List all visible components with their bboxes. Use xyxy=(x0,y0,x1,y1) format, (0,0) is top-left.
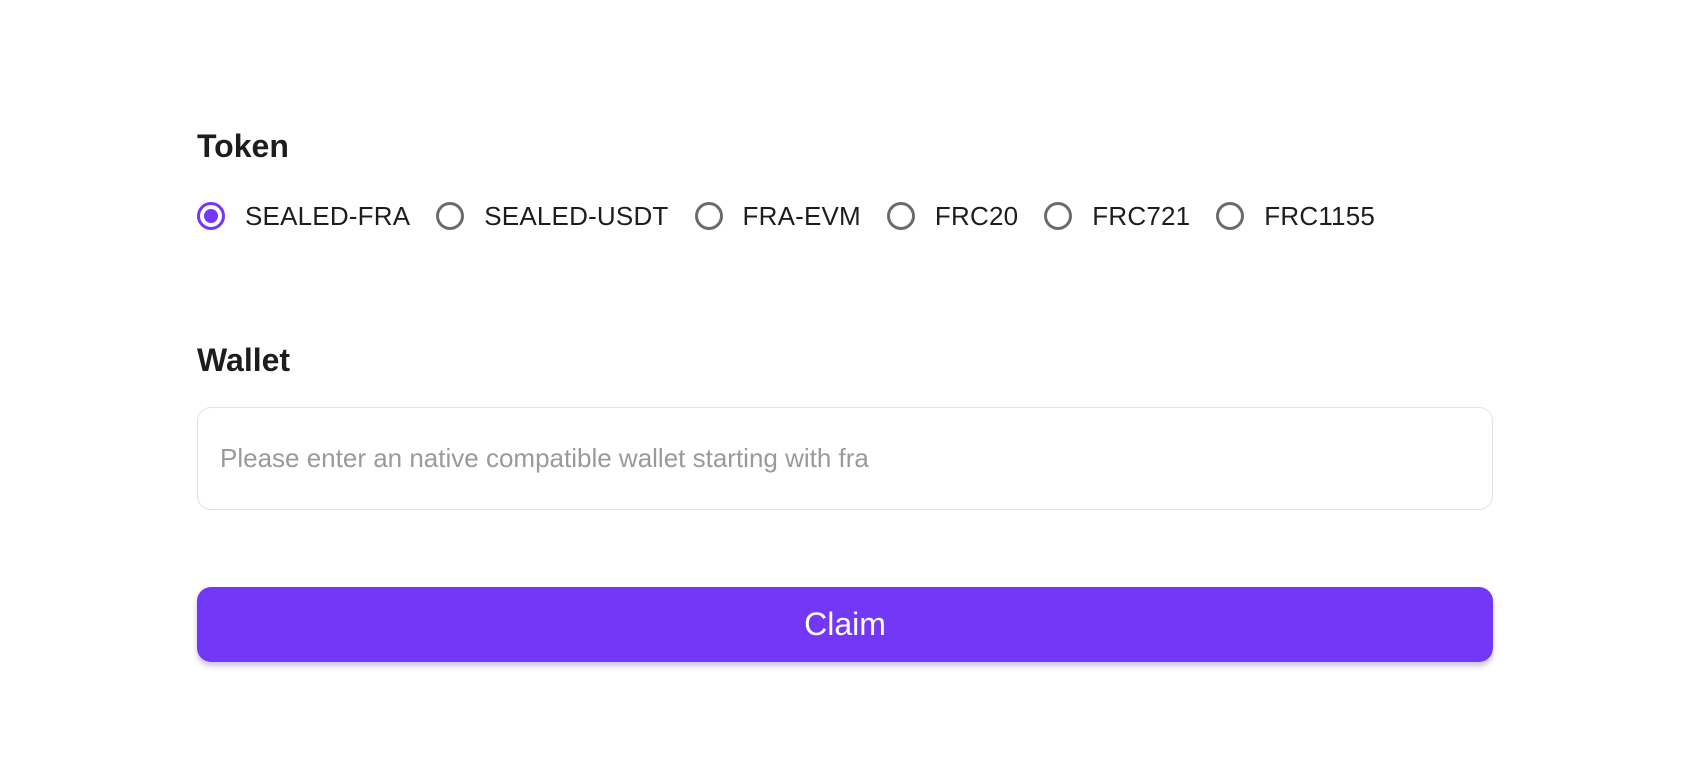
wallet-input-container xyxy=(197,407,1493,510)
wallet-section-title: Wallet xyxy=(197,342,291,378)
claim-button[interactable]: Claim xyxy=(197,587,1493,662)
token-radio-group: SEALED-FRA SEALED-USDT FRA-EVM FRC20 FRC… xyxy=(197,196,1401,236)
token-option-frc1155[interactable]: FRC1155 xyxy=(1216,196,1375,236)
radio-unchecked-icon[interactable] xyxy=(436,202,465,230)
radio-unchecked-icon[interactable] xyxy=(694,202,723,230)
token-option-label: SEALED-FRA xyxy=(245,200,411,231)
radio-unchecked-icon[interactable] xyxy=(1044,202,1073,230)
radio-checked-icon[interactable] xyxy=(197,202,225,230)
wallet-address-input[interactable] xyxy=(198,408,1492,509)
token-option-label: FRA-EVM xyxy=(742,200,861,231)
token-option-label: FRC721 xyxy=(1092,200,1191,231)
token-section-title: Token xyxy=(197,128,289,164)
token-option-label: SEALED-USDT xyxy=(484,200,669,231)
token-option-fra-evm[interactable]: FRA-EVM xyxy=(694,196,861,236)
radio-unchecked-icon[interactable] xyxy=(1216,202,1245,230)
radio-unchecked-icon[interactable] xyxy=(886,202,915,230)
token-option-sealed-fra[interactable]: SEALED-FRA xyxy=(197,196,410,236)
token-option-frc20[interactable]: FRC20 xyxy=(886,196,1019,236)
token-option-sealed-usdt[interactable]: SEALED-USDT xyxy=(436,196,668,236)
token-option-label: FRC20 xyxy=(934,200,1019,231)
token-option-frc721[interactable]: FRC721 xyxy=(1044,196,1190,236)
token-option-label: FRC1155 xyxy=(1264,200,1376,231)
